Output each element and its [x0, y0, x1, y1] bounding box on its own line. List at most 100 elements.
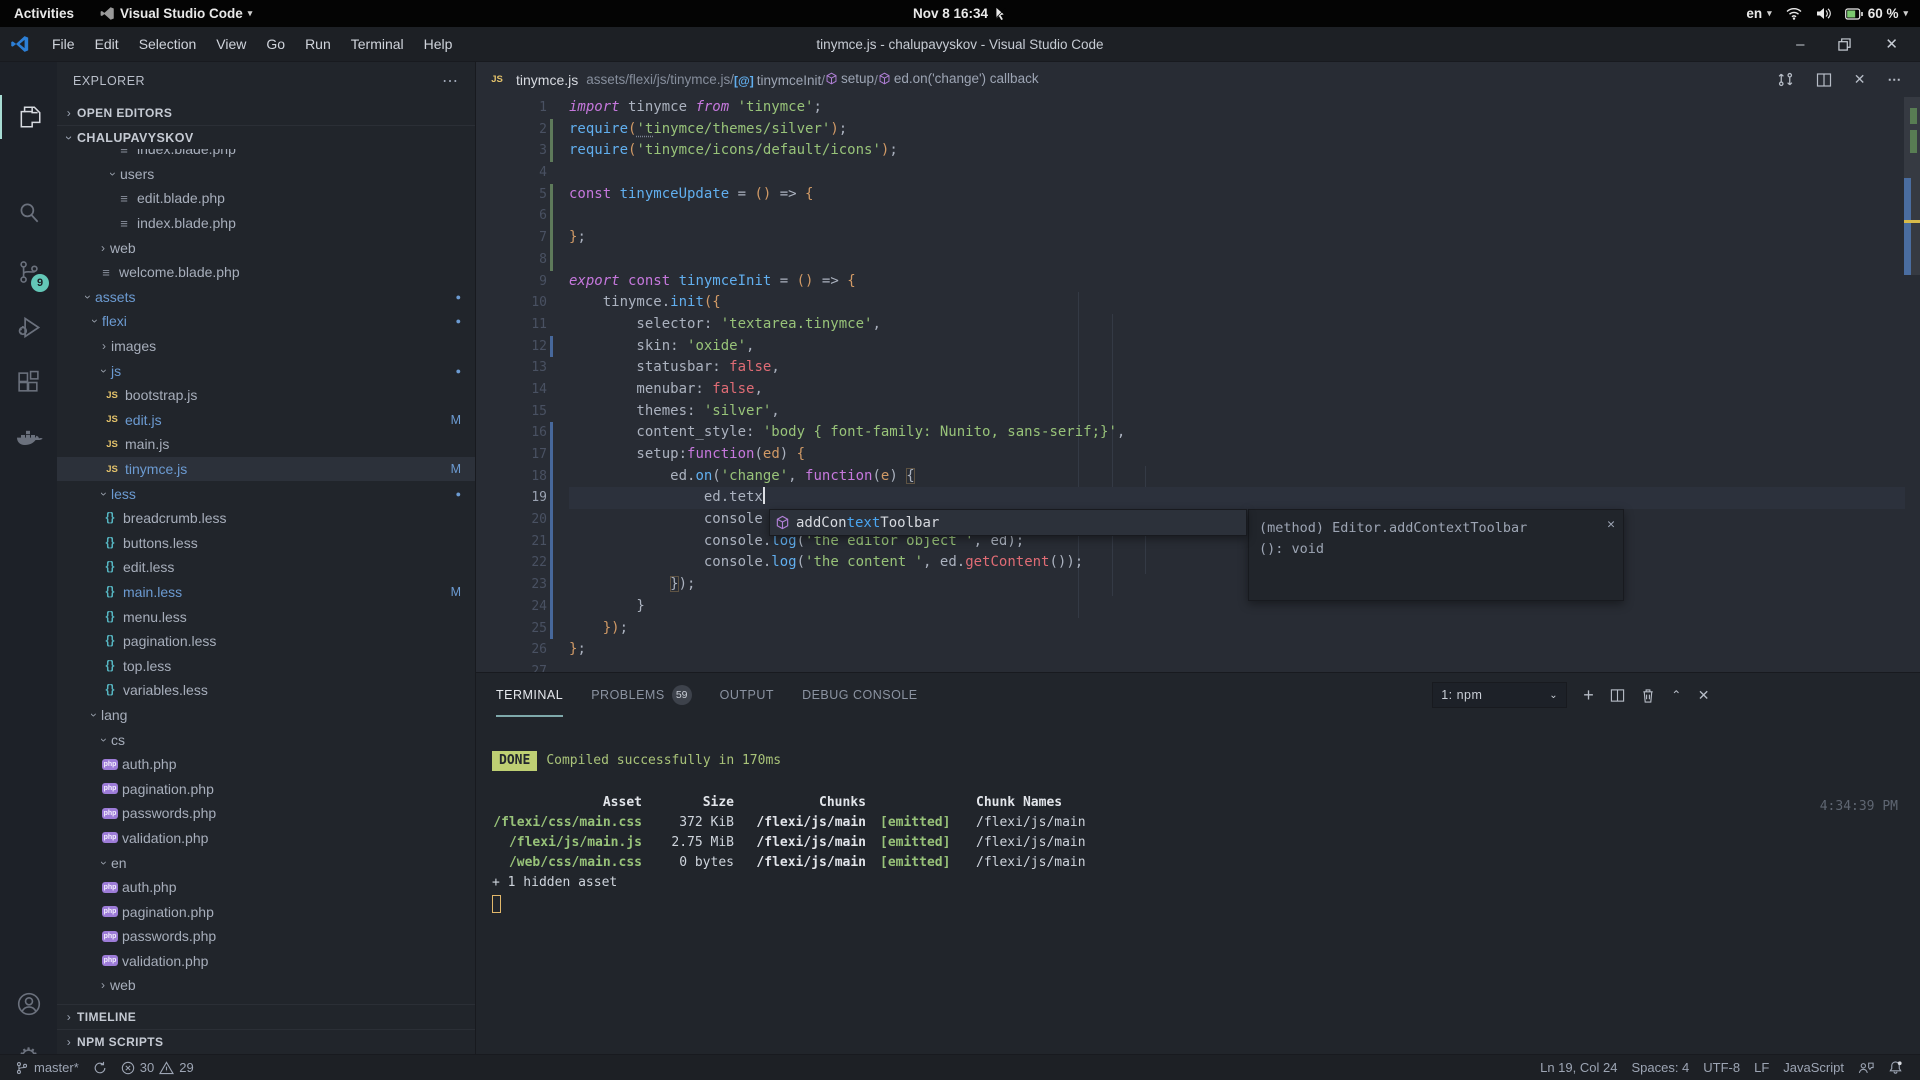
app-menu[interactable]: Visual Studio Code ▾ — [100, 6, 252, 21]
breadcrumb-file[interactable]: tinymce.js — [516, 72, 578, 88]
clock[interactable]: Nov 8 16:34 — [913, 6, 1007, 21]
tree-item-images[interactable]: ›images — [57, 334, 475, 359]
activities-button[interactable]: Activities — [14, 6, 74, 21]
code-line-23[interactable]: 23 }); — [476, 574, 1905, 596]
code-line-12[interactable]: 12 skin: 'oxide', — [476, 336, 1905, 358]
code-line-11[interactable]: 11 selector: 'textarea.tinymce', — [476, 314, 1905, 336]
menu-selection[interactable]: Selection — [129, 32, 207, 56]
close-panel-icon[interactable]: ✕ — [1698, 687, 1710, 704]
npm-scripts-section[interactable]: › NPM SCRIPTS — [57, 1029, 475, 1054]
tree-item-variables.less[interactable]: {}variables.less — [57, 678, 475, 703]
code-line-8[interactable]: 8 — [476, 249, 1905, 271]
tree-item-assets[interactable]: ›assets● — [57, 285, 475, 310]
line-number[interactable]: 5 — [476, 184, 547, 206]
minimize-button[interactable]: – — [1796, 36, 1804, 53]
panel-tab-output[interactable]: OUTPUT — [720, 673, 774, 717]
tree-item-index.blade.php[interactable]: ≡index.blade.php — [57, 149, 475, 162]
line-number[interactable]: 25 — [476, 618, 547, 640]
open-changes-icon[interactable] — [1777, 71, 1794, 88]
line-number[interactable]: 17 — [476, 444, 547, 466]
close-button[interactable]: ✕ — [1885, 35, 1898, 53]
cursor-position[interactable]: Ln 19, Col 24 — [1533, 1060, 1624, 1075]
tree-item-edit.less[interactable]: {}edit.less — [57, 555, 475, 580]
tree-item-validation.php[interactable]: phpvalidation.php — [57, 826, 475, 851]
terminal-select[interactable]: 1: npm ⌄ — [1432, 682, 1567, 708]
code-line-19[interactable]: 19 ed.tetx — [476, 487, 1905, 509]
feedback-item[interactable] — [1851, 1061, 1881, 1075]
language-mode[interactable]: JavaScript — [1776, 1060, 1851, 1075]
workspace-root[interactable]: › CHALUPAVYSKOV — [57, 125, 475, 150]
tree-item-cs[interactable]: ›cs — [57, 727, 475, 752]
new-terminal-icon[interactable]: + — [1583, 685, 1594, 706]
menu-go[interactable]: Go — [256, 32, 295, 56]
panel-tab-problems[interactable]: PROBLEMS59 — [591, 673, 691, 717]
search-icon[interactable] — [0, 190, 57, 234]
open-editors-section[interactable]: › OPEN EDITORS — [57, 100, 475, 125]
tree-item-web[interactable]: ›web — [57, 235, 475, 260]
tree-item-bootstrap.js[interactable]: JSbootstrap.js — [57, 383, 475, 408]
line-number[interactable]: 26 — [476, 639, 547, 661]
tree-item-web[interactable]: ›web — [57, 973, 475, 998]
close-editor-icon[interactable]: ✕ — [1854, 71, 1866, 88]
source-control-icon[interactable]: 9 — [0, 250, 57, 294]
keyboard-layout[interactable]: en▾ — [1746, 6, 1771, 21]
tree-item-flexi[interactable]: ›flexi● — [57, 309, 475, 334]
line-number[interactable]: 1 — [476, 97, 547, 119]
code-line-7[interactable]: 7}; — [476, 227, 1905, 249]
tree-item-main.js[interactable]: JSmain.js — [57, 432, 475, 457]
line-number[interactable]: 8 — [476, 249, 547, 271]
breadcrumb-symbol[interactable]: ed.on('change') callback — [878, 71, 1039, 86]
line-number[interactable]: 7 — [476, 227, 547, 249]
line-number[interactable]: 11 — [476, 314, 547, 336]
line-number[interactable]: 4 — [476, 162, 547, 184]
breadcrumb-path[interactable]: assets/flexi/js/tinymce.js/ — [586, 72, 734, 87]
timeline-section[interactable]: › TIMELINE — [57, 1004, 475, 1029]
extensions-icon[interactable] — [0, 360, 57, 404]
tree-item-edit.js[interactable]: JSedit.jsM — [57, 408, 475, 433]
suggest-widget[interactable]: addContextToolbar — [769, 509, 1247, 536]
tree-item-less[interactable]: ›less● — [57, 481, 475, 506]
split-editor-icon[interactable] — [1816, 72, 1832, 88]
tree-item-top.less[interactable]: {}top.less — [57, 653, 475, 678]
tree-item-buttons.less[interactable]: {}buttons.less — [57, 531, 475, 556]
code-line-10[interactable]: 10 tinymce.init({ — [476, 292, 1905, 314]
menu-edit[interactable]: Edit — [85, 32, 129, 56]
tree-item-validation.php[interactable]: phpvalidation.php — [57, 949, 475, 974]
menu-run[interactable]: Run — [295, 32, 341, 56]
line-number[interactable]: 3 — [476, 140, 547, 162]
code-line-4[interactable]: 4 — [476, 162, 1905, 184]
code-line-5[interactable]: 5const tinymceUpdate = () => { — [476, 184, 1905, 206]
tree-item-auth.php[interactable]: phpauth.php — [57, 875, 475, 900]
line-number[interactable]: 24 — [476, 596, 547, 618]
volume-icon[interactable] — [1816, 7, 1831, 20]
tree-item-pagination.php[interactable]: phppagination.php — [57, 776, 475, 801]
git-branch-item[interactable]: master* — [8, 1060, 86, 1075]
sync-item[interactable] — [86, 1061, 114, 1075]
tree-item-auth.php[interactable]: phpauth.php — [57, 752, 475, 777]
code-line-25[interactable]: 25 }); — [476, 618, 1905, 640]
code-area[interactable]: 1import tinymce from 'tinymce';2require(… — [476, 97, 1905, 672]
panel-tab-debug-console[interactable]: DEBUG CONSOLE — [802, 673, 918, 717]
code-line-13[interactable]: 13 statusbar: false, — [476, 357, 1905, 379]
tree-item-index.blade.php[interactable]: ≡index.blade.php — [57, 211, 475, 236]
docker-icon[interactable] — [0, 418, 57, 462]
line-number[interactable]: 23 — [476, 574, 547, 596]
tree-item-main.less[interactable]: {}main.lessM — [57, 580, 475, 605]
code-line-17[interactable]: 17 setup:function(ed) { — [476, 444, 1905, 466]
tree-item-en[interactable]: ›en — [57, 850, 475, 875]
line-number[interactable]: 10 — [476, 292, 547, 314]
tree-item-users[interactable]: ›users — [57, 162, 475, 187]
tree-item-pagination.less[interactable]: {}pagination.less — [57, 629, 475, 654]
tree-item-menu.less[interactable]: {}menu.less — [57, 604, 475, 629]
more-actions-icon[interactable]: ⋯ — [442, 71, 459, 91]
code-line-16[interactable]: 16 content_style: 'body { font-family: N… — [476, 422, 1905, 444]
line-number[interactable]: 12 — [476, 336, 547, 358]
code-line-3[interactable]: 3require('tinymce/icons/default/icons'); — [476, 140, 1905, 162]
accounts-icon[interactable] — [0, 982, 57, 1026]
split-terminal-icon[interactable] — [1610, 688, 1625, 703]
code-line-24[interactable]: 24 } — [476, 596, 1905, 618]
line-number[interactable]: 19 — [476, 487, 547, 509]
restore-button[interactable] — [1838, 38, 1851, 51]
code-line-26[interactable]: 26}; — [476, 639, 1905, 661]
line-number[interactable]: 2 — [476, 119, 547, 141]
